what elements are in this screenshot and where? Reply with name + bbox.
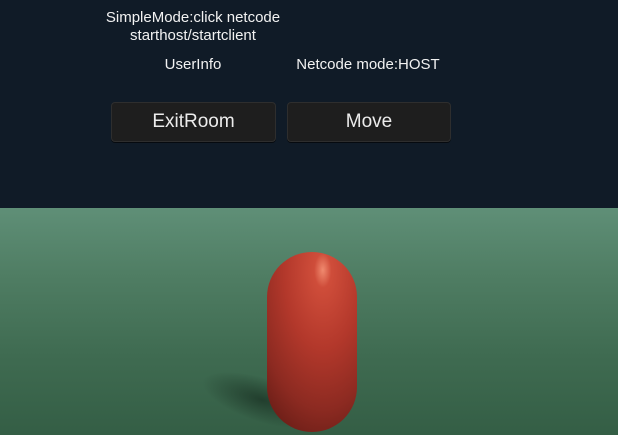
netcode-mode-label: Netcode mode:HOST [296, 56, 440, 73]
scene-3d [202, 252, 357, 432]
move-button[interactable]: Move [287, 102, 451, 142]
player-capsule[interactable] [267, 252, 357, 432]
game-viewport: SimpleMode:click netcode starthost/start… [0, 0, 618, 435]
user-info-label: UserInfo [164, 56, 222, 73]
mode-hint-text: SimpleMode:click netcode starthost/start… [105, 9, 281, 44]
exit-room-button[interactable]: ExitRoom [111, 102, 276, 142]
